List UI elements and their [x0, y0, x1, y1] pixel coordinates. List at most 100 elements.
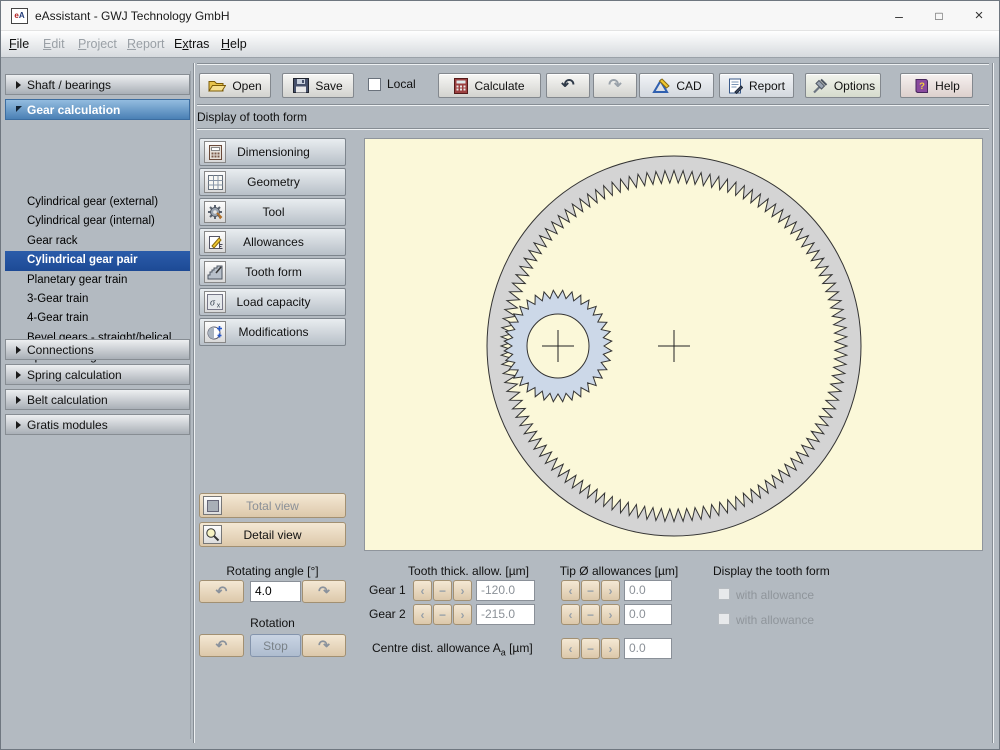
tooth-g2-spin-minus[interactable]: − — [433, 604, 452, 625]
geometry-button[interactable]: Geometry — [199, 168, 346, 196]
chevron-right-icon: › — [460, 607, 465, 622]
tooth-g2-input[interactable]: -215.0 — [476, 604, 535, 625]
rotate-cw-icon: ↷ — [318, 637, 330, 653]
close-icon[interactable]: × — [959, 1, 999, 31]
tooth-g1-spin-minus[interactable]: − — [433, 580, 452, 601]
sidebar-section-shaft-bearings[interactable]: Shaft / bearings — [5, 74, 190, 95]
chevron-right-icon: › — [608, 583, 613, 598]
tooth-g2-spin-right[interactable]: › — [453, 604, 472, 625]
help-button[interactable]: ? Help — [900, 73, 973, 98]
tooth-g2-spin-left[interactable]: ‹ — [413, 604, 432, 625]
sidebar-item-cylindrical-gear-external[interactable]: Cylindrical gear (external) — [5, 193, 190, 212]
tooth-g1-input[interactable]: -120.0 — [476, 580, 535, 601]
centre-spin-minus[interactable]: − — [581, 638, 600, 659]
minimize-icon[interactable]: – — [879, 1, 919, 31]
centre-dist-input[interactable]: 0.0 — [624, 638, 672, 659]
dimensioning-button[interactable]: Dimensioning — [199, 138, 346, 166]
tooth-g1-spin-right[interactable]: › — [453, 580, 472, 601]
tip-g2-spin-right[interactable]: › — [601, 604, 620, 625]
separator — [197, 128, 989, 130]
calculate-button[interactable]: Calculate — [438, 73, 541, 98]
gear1-label: Gear 1 — [369, 583, 406, 597]
window-title: eAssistant - GWJ Technology GmbH — [35, 9, 230, 23]
rotation-stop-button: Stop — [250, 634, 301, 657]
minus-icon: − — [586, 641, 594, 656]
open-button[interactable]: Open — [199, 73, 271, 98]
centre-spin-left[interactable]: ‹ — [561, 638, 580, 659]
maximize-icon[interactable]: □ — [919, 1, 959, 31]
collapsed-arrow-icon — [16, 370, 21, 379]
sidebar-item-planetary-gear-train[interactable]: Planetary gear train — [5, 271, 190, 290]
save-floppy-icon — [293, 78, 310, 93]
save-label: Save — [315, 78, 343, 93]
minus-icon: − — [438, 583, 446, 598]
minus-icon: − — [438, 607, 446, 622]
rotate-cw-button[interactable]: ↷ — [302, 580, 346, 603]
title-bar: eA eAssistant - GWJ Technology GmbH – □ … — [1, 1, 999, 31]
detail-view-button[interactable]: Detail view — [199, 522, 346, 547]
tip-g1-spin-right[interactable]: › — [601, 580, 620, 601]
local-checkbox[interactable] — [368, 77, 381, 91]
modifications-button[interactable]: Modifications — [199, 318, 346, 346]
rotate-ccw-icon: ↶ — [215, 583, 228, 599]
load-capacity-icon: σx — [204, 291, 226, 313]
sidebar-section-gratis-modules[interactable]: Gratis modules — [5, 414, 190, 435]
tip-g2-spin-left[interactable]: ‹ — [561, 604, 580, 625]
with-allowance-label-2: with allowance — [736, 613, 815, 627]
tip-g1-input[interactable]: 0.0 — [624, 580, 672, 601]
menu-edit: Edit — [43, 37, 65, 51]
rotate-ccw-button[interactable]: ↶ — [199, 580, 244, 603]
sidebar-item-cylindrical-gear-internal[interactable]: Cylindrical gear (internal) — [5, 212, 190, 231]
calculate-label: Calculate — [474, 78, 525, 93]
save-button[interactable]: Save — [282, 73, 354, 98]
sidebar-section-spring-calculation[interactable]: Spring calculation — [5, 364, 190, 385]
cad-button[interactable]: CAD — [639, 73, 714, 98]
menu-file[interactable]: File — [9, 37, 29, 51]
options-button[interactable]: Options — [805, 73, 881, 98]
centre-spin-right[interactable]: › — [601, 638, 620, 659]
collapsed-arrow-icon — [16, 420, 21, 429]
cad-icon — [652, 77, 671, 93]
separator — [992, 63, 994, 743]
dimensioning-icon — [204, 141, 226, 163]
help-label: Help — [935, 78, 960, 93]
tip-g2-input[interactable]: 0.0 — [624, 604, 672, 625]
rotation-ccw-button[interactable]: ↶ — [199, 634, 244, 657]
tool-button[interactable]: Tool — [199, 198, 346, 226]
chevron-left-icon: ‹ — [568, 607, 573, 622]
rotation-cw-button[interactable]: ↷ — [302, 634, 346, 657]
allowances-button[interactable]: Allowances — [199, 228, 346, 256]
tooth-g1-spin-left[interactable]: ‹ — [413, 580, 432, 601]
help-book-icon: ? — [915, 78, 929, 93]
app-window: eA eAssistant - GWJ Technology GmbH – □ … — [0, 0, 1000, 750]
menu-help[interactable]: Help — [221, 37, 247, 51]
geometry-icon — [204, 171, 226, 193]
app-icon: eA — [11, 8, 28, 24]
local-checkbox-group[interactable]: Local — [368, 77, 416, 91]
with-allowance-checkbox-1 — [718, 588, 730, 600]
chevron-right-icon: › — [608, 607, 613, 622]
tip-g1-spin-left[interactable]: ‹ — [561, 580, 580, 601]
sidebar-item-4-gear-train[interactable]: 4-Gear train — [5, 309, 190, 328]
sidebar-section-gear-calculation[interactable]: Gear calculation — [5, 99, 190, 120]
load-capacity-button[interactable]: σx Load capacity — [199, 288, 346, 316]
menu-bar: File Edit Project Report Extras Help — [1, 31, 999, 58]
rotating-angle-label: Rotating angle [°] — [226, 564, 319, 578]
chevron-left-icon: ‹ — [568, 641, 573, 656]
gear-display-canvas[interactable] — [364, 138, 983, 551]
sidebar-section-belt-calculation[interactable]: Belt calculation — [5, 389, 190, 410]
magnifier-icon — [203, 525, 222, 544]
undo-button[interactable]: ↶ — [546, 73, 590, 98]
page-title: Display of tooth form — [197, 110, 308, 124]
report-button[interactable]: Report — [719, 73, 794, 98]
sidebar-item-3-gear-train[interactable]: 3-Gear train — [5, 290, 190, 309]
tooth-form-button[interactable]: Tooth form — [199, 258, 346, 286]
tip-g2-spin-minus[interactable]: − — [581, 604, 600, 625]
gear2-label: Gear 2 — [369, 607, 406, 621]
sidebar-section-connections[interactable]: Connections — [5, 339, 190, 360]
menu-extras[interactable]: Extras — [174, 37, 209, 51]
sidebar-item-gear-rack[interactable]: Gear rack — [5, 232, 190, 251]
sidebar-item-cylindrical-gear-pair[interactable]: Cylindrical gear pair — [5, 251, 190, 271]
rotating-angle-input[interactable]: 4.0 — [250, 581, 301, 602]
tip-g1-spin-minus[interactable]: − — [581, 580, 600, 601]
